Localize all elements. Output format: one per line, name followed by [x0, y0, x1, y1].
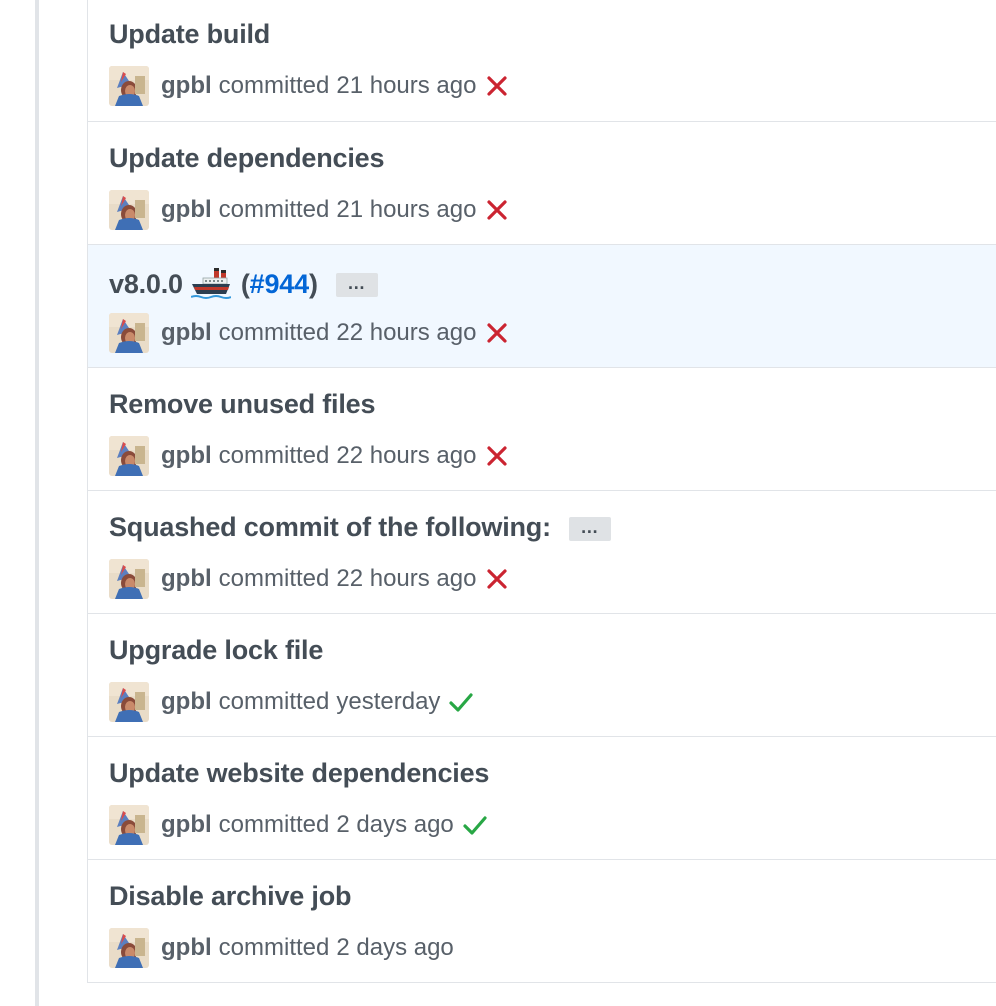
commit-time[interactable]: yesterday [336, 688, 440, 716]
commit-title[interactable]: Update build [109, 19, 270, 50]
commit-time[interactable]: 22 hours ago [336, 565, 476, 593]
commit-author[interactable]: gpbl [161, 565, 212, 593]
commit-title[interactable]: Squashed commit of the following: … [109, 512, 611, 543]
commit-title[interactable]: Disable archive job [109, 881, 352, 912]
commit-item[interactable]: Remove unused files gpbl committed 22 ho… [88, 367, 996, 490]
commit-item[interactable]: Update build gpbl committed 21 hours ago [88, 0, 996, 121]
failure-x-icon[interactable] [484, 566, 510, 592]
commit-title[interactable]: Upgrade lock file [109, 635, 323, 666]
commit-message[interactable]: Update website dependencies [109, 758, 489, 789]
commit-list: Update build gpbl committed 21 hours ago [87, 0, 996, 983]
avatar[interactable] [109, 559, 149, 599]
commit-verb: committed [218, 442, 330, 469]
timeline-line [35, 0, 39, 1006]
commit-title[interactable]: Update website dependencies [109, 758, 489, 789]
expand-message-button[interactable]: … [335, 273, 378, 297]
ship-icon [190, 268, 231, 299]
commit-title[interactable]: Remove unused files [109, 389, 375, 420]
commit-time[interactable]: 21 hours ago [336, 196, 476, 224]
commit-message[interactable]: Upgrade lock file [109, 635, 323, 666]
commit-time[interactable]: 2 days ago [336, 811, 453, 839]
failure-x-icon[interactable] [484, 73, 510, 99]
success-check-icon[interactable] [448, 689, 474, 715]
commit-item[interactable]: Update website dependencies gpbl committ… [88, 736, 996, 859]
commit-verb: committed [218, 196, 330, 223]
commit-message[interactable]: Squashed commit of the following: [109, 512, 551, 543]
failure-x-icon[interactable] [484, 443, 510, 469]
avatar[interactable] [109, 805, 149, 845]
commit-meta: gpbl committed 22 hours ago [109, 313, 510, 353]
commit-meta: gpbl committed 22 hours ago [109, 436, 510, 476]
commit-verb: committed [218, 72, 330, 99]
commit-meta: gpbl committed 21 hours ago [109, 66, 510, 106]
commit-message[interactable]: Update build [109, 19, 270, 50]
commit-time[interactable]: 21 hours ago [336, 72, 476, 100]
commit-meta: gpbl committed 2 days ago [109, 928, 454, 968]
commit-verb: committed [218, 811, 330, 838]
commit-item[interactable]: Upgrade lock file gpbl committed yesterd… [88, 613, 996, 736]
commit-author[interactable]: gpbl [161, 934, 212, 962]
commit-verb: committed [218, 934, 330, 961]
commit-meta: gpbl committed 2 days ago [109, 805, 488, 845]
commit-meta: gpbl committed 21 hours ago [109, 190, 510, 230]
commit-time[interactable]: 2 days ago [336, 934, 453, 962]
failure-x-icon[interactable] [484, 320, 510, 346]
expand-message-button[interactable]: … [568, 516, 611, 541]
commit-message[interactable]: Update dependencies [109, 143, 384, 174]
commit-author[interactable]: gpbl [161, 319, 212, 347]
commit-verb: committed [218, 565, 330, 592]
commit-title[interactable]: v8.0.0 ( #944 ) … [109, 266, 378, 302]
commit-time[interactable]: 22 hours ago [336, 442, 476, 470]
avatar[interactable] [109, 682, 149, 722]
ellipsis-label: … [580, 516, 600, 537]
ellipsis-label: … [347, 273, 367, 293]
commit-title[interactable]: Update dependencies [109, 143, 384, 174]
pull-request-link[interactable]: #944 [250, 269, 309, 300]
commit-author[interactable]: gpbl [161, 72, 212, 100]
commit-author[interactable]: gpbl [161, 196, 212, 224]
avatar[interactable] [109, 436, 149, 476]
commit-verb: committed [218, 688, 330, 715]
commit-message[interactable]: Disable archive job [109, 881, 352, 912]
commit-item[interactable]: Update dependencies gpbl committed 21 ho… [88, 121, 996, 244]
avatar[interactable] [109, 928, 149, 968]
avatar[interactable] [109, 66, 149, 106]
failure-x-icon[interactable] [484, 197, 510, 223]
commit-item[interactable]: v8.0.0 ( #944 ) … gpbl committed 22 hour… [88, 244, 996, 367]
commit-item[interactable]: Squashed commit of the following: … gpbl… [88, 490, 996, 613]
commit-message[interactable]: Remove unused files [109, 389, 375, 420]
commit-verb: committed [218, 319, 330, 346]
commit-item[interactable]: Disable archive job gpbl committed 2 day… [88, 859, 996, 982]
commit-time[interactable]: 22 hours ago [336, 319, 476, 347]
pr-close-paren: ) [308, 268, 318, 299]
avatar[interactable] [109, 190, 149, 230]
success-check-icon[interactable] [462, 812, 488, 838]
avatar[interactable] [109, 313, 149, 353]
commit-author[interactable]: gpbl [161, 811, 212, 839]
commit-message[interactable]: v8.0.0 [109, 269, 183, 300]
pr-open-paren: ( [240, 268, 250, 299]
commit-author[interactable]: gpbl [161, 442, 212, 470]
commit-meta: gpbl committed yesterday [109, 682, 474, 722]
commit-meta: gpbl committed 22 hours ago [109, 559, 510, 599]
commit-author[interactable]: gpbl [161, 688, 212, 716]
